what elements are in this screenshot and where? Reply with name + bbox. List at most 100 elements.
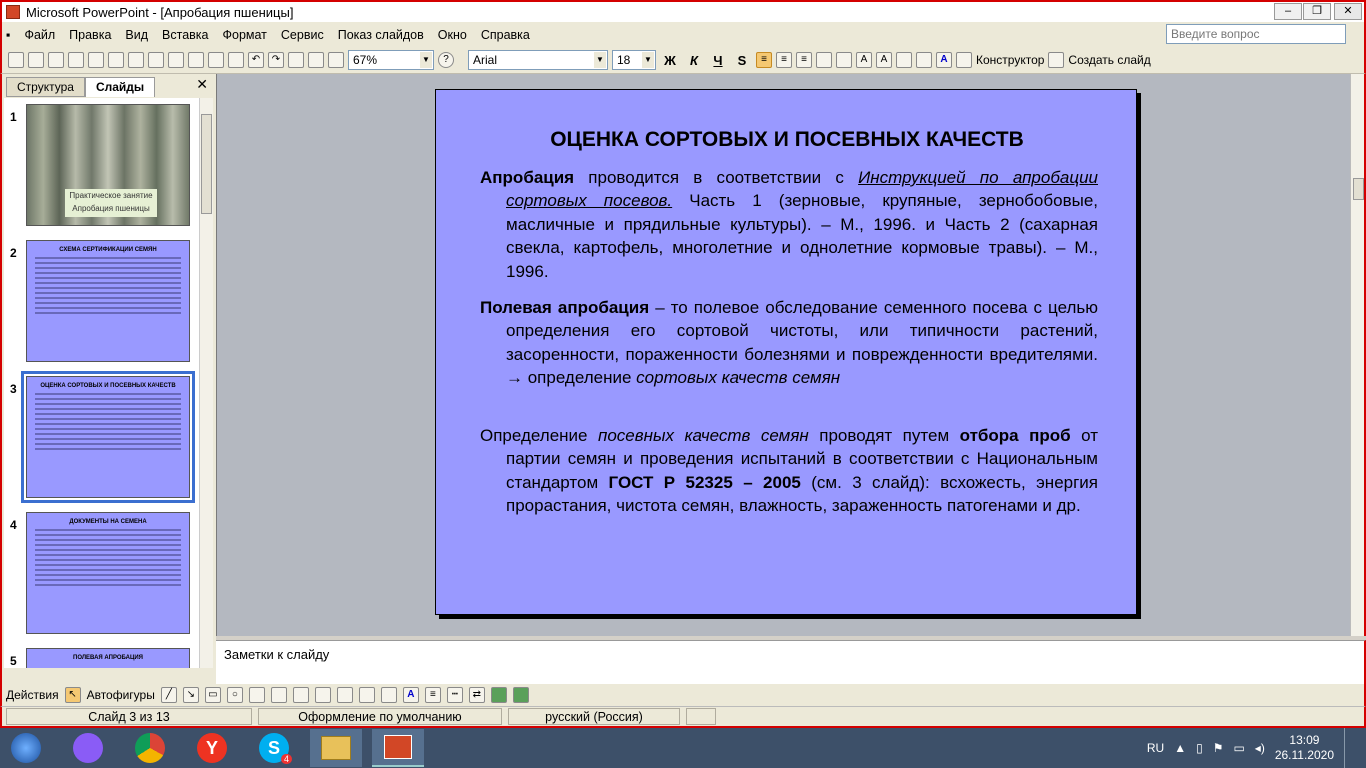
start-button[interactable] bbox=[0, 729, 52, 767]
notes-pane[interactable]: Заметки к слайду bbox=[216, 640, 1366, 684]
research-icon[interactable] bbox=[148, 52, 164, 68]
shadow-button[interactable]: S bbox=[732, 53, 752, 68]
minimize-button[interactable]: – bbox=[1274, 3, 1302, 20]
format-painter-icon[interactable] bbox=[228, 52, 244, 68]
open-icon[interactable] bbox=[28, 52, 44, 68]
menu-edit[interactable]: Правка bbox=[62, 28, 118, 42]
help-icon[interactable]: ? bbox=[438, 52, 454, 68]
autoshapes-menu[interactable]: Автофигуры bbox=[87, 688, 155, 702]
taskbar-powerpoint[interactable] bbox=[372, 729, 424, 767]
line-color-icon[interactable] bbox=[380, 687, 397, 703]
taskbar-alice[interactable] bbox=[62, 729, 114, 767]
menu-format[interactable]: Формат bbox=[216, 28, 274, 42]
paragraph-approbation[interactable]: Апробация проводится в соответствии с Ин… bbox=[480, 166, 1098, 283]
font-size-select[interactable]: 18 ▼ bbox=[612, 50, 656, 70]
increase-font-icon[interactable]: A bbox=[856, 52, 872, 68]
textbox-icon[interactable] bbox=[248, 687, 265, 703]
paste-icon[interactable] bbox=[208, 52, 224, 68]
font-select[interactable]: Arial ▼ bbox=[468, 50, 608, 70]
close-button[interactable]: ✕ bbox=[1334, 3, 1362, 20]
arrow-icon[interactable]: ↘ bbox=[182, 687, 199, 703]
menu-slideshow[interactable]: Показ слайдов bbox=[331, 28, 431, 42]
taskbar-chrome[interactable] bbox=[124, 729, 176, 767]
font-color-icon[interactable]: A bbox=[936, 52, 952, 68]
align-left-icon[interactable]: ≡ bbox=[756, 52, 772, 68]
permission-icon[interactable] bbox=[68, 52, 84, 68]
ask-question-input[interactable]: Введите вопрос bbox=[1166, 24, 1346, 44]
language-indicator[interactable]: RU bbox=[1147, 741, 1164, 755]
designer-icon[interactable] bbox=[956, 52, 972, 68]
copy-icon[interactable] bbox=[188, 52, 204, 68]
clock[interactable]: 13:09 26.11.2020 bbox=[1275, 733, 1334, 763]
zoom-select[interactable]: 67% ▼ bbox=[348, 50, 434, 70]
shadow-style-icon[interactable] bbox=[490, 687, 507, 703]
slide-thumb-3[interactable]: ОЦЕНКА СОРТОВЫХ И ПОСЕВНЫХ КАЧЕСТВ bbox=[21, 371, 195, 503]
rectangle-icon[interactable]: ▭ bbox=[204, 687, 221, 703]
scrollbar-thumb[interactable] bbox=[1353, 178, 1364, 200]
new-icon[interactable] bbox=[8, 52, 24, 68]
slide-thumb-4[interactable]: ДОКУМЕНТЫ НА СЕМЕНА bbox=[26, 512, 190, 634]
print-icon[interactable] bbox=[88, 52, 104, 68]
redo-icon[interactable]: ↷ bbox=[268, 52, 284, 68]
undo-icon[interactable]: ↶ bbox=[248, 52, 264, 68]
menu-window[interactable]: Окно bbox=[431, 28, 474, 42]
wordart-icon[interactable] bbox=[270, 687, 287, 703]
taskbar-yandex[interactable]: Y bbox=[186, 729, 238, 767]
chart-icon[interactable] bbox=[288, 52, 304, 68]
phone-icon[interactable]: ▯ bbox=[1196, 741, 1203, 755]
volume-icon[interactable]: ◂) bbox=[1255, 741, 1265, 755]
app-menu-icon[interactable]: ▪ bbox=[2, 28, 17, 42]
actions-menu[interactable]: Действия bbox=[6, 688, 59, 702]
maximize-button[interactable]: ❐ bbox=[1303, 3, 1331, 20]
paragraph-sowing-qualities[interactable]: Определение посевных качеств семян прово… bbox=[480, 424, 1098, 518]
chevron-up-icon[interactable]: ▲ bbox=[1174, 741, 1186, 755]
slide-thumb-1[interactable]: Практическое занятие Апробация пшеницы bbox=[26, 104, 190, 226]
slide[interactable]: ОЦЕНКА СОРТОВЫХ И ПОСЕВНЫХ КАЧЕСТВ Апроб… bbox=[435, 89, 1137, 615]
decrease-indent-icon[interactable] bbox=[896, 52, 912, 68]
menu-insert[interactable]: Вставка bbox=[155, 28, 215, 42]
print-preview-icon[interactable] bbox=[108, 52, 124, 68]
table-icon[interactable] bbox=[308, 52, 324, 68]
italic-button[interactable]: К bbox=[684, 53, 704, 68]
diagram-icon[interactable] bbox=[292, 687, 309, 703]
clipart-icon[interactable] bbox=[314, 687, 331, 703]
align-right-icon[interactable]: ≡ bbox=[796, 52, 812, 68]
paragraph-field-approbation[interactable]: Полевая апробация – то полевое обследова… bbox=[480, 296, 1098, 390]
taskbar-explorer[interactable] bbox=[310, 729, 362, 767]
align-center-icon[interactable]: ≡ bbox=[776, 52, 792, 68]
picture-icon[interactable] bbox=[336, 687, 353, 703]
thumbs-scrollbar[interactable] bbox=[199, 98, 213, 668]
menu-help[interactable]: Справка bbox=[474, 28, 537, 42]
menu-view[interactable]: Вид bbox=[118, 28, 155, 42]
slide-scrollbar[interactable] bbox=[1350, 74, 1366, 636]
oval-icon[interactable]: ○ bbox=[226, 687, 243, 703]
save-icon[interactable] bbox=[48, 52, 64, 68]
bullets-icon[interactable] bbox=[836, 52, 852, 68]
fill-color-icon[interactable] bbox=[358, 687, 375, 703]
spelling-icon[interactable] bbox=[128, 52, 144, 68]
show-desktop-button[interactable] bbox=[1344, 728, 1352, 768]
bold-button[interactable]: Ж bbox=[660, 53, 680, 68]
cut-icon[interactable] bbox=[168, 52, 184, 68]
new-slide-button[interactable]: Создать слайд bbox=[1068, 53, 1150, 67]
slide-thumb-5[interactable]: ПОЛЕВАЯ АПРОБАЦИЯ bbox=[26, 648, 190, 668]
font-color-icon[interactable]: A bbox=[402, 687, 419, 703]
tab-slides[interactable]: Слайды bbox=[84, 77, 156, 97]
taskbar-skype[interactable]: S4 bbox=[248, 729, 300, 767]
underline-button[interactable]: Ч bbox=[708, 53, 728, 68]
decrease-font-icon[interactable]: A bbox=[876, 52, 892, 68]
network-icon[interactable]: ▭ bbox=[1233, 741, 1244, 755]
arrow-style-icon[interactable]: ⇄ bbox=[468, 687, 485, 703]
tab-outline[interactable]: Структура bbox=[6, 77, 85, 97]
3d-style-icon[interactable] bbox=[512, 687, 529, 703]
dash-style-icon[interactable]: ┅ bbox=[446, 687, 463, 703]
line-style-icon[interactable]: ≡ bbox=[424, 687, 441, 703]
close-icon[interactable]: ✕ bbox=[196, 76, 208, 93]
flag-icon[interactable]: ⚑ bbox=[1213, 741, 1224, 755]
slide-thumb-2[interactable]: СХЕМА СЕРТИФИКАЦИИ СЕМЯН bbox=[26, 240, 190, 362]
menu-tools[interactable]: Сервис bbox=[274, 28, 331, 42]
numbering-icon[interactable] bbox=[816, 52, 832, 68]
line-icon[interactable]: ╱ bbox=[160, 687, 177, 703]
select-objects-icon[interactable]: ↖ bbox=[64, 687, 81, 703]
designer-button[interactable]: Конструктор bbox=[976, 53, 1044, 67]
